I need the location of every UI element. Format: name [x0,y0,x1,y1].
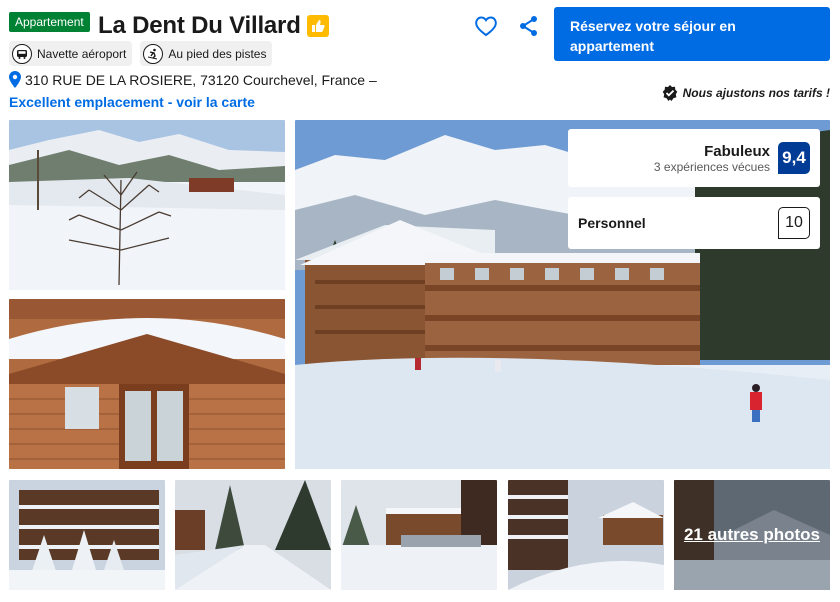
gallery-thumbnail[interactable] [175,480,331,590]
thumbs-up-icon [306,15,329,37]
reserve-button[interactable]: Réservez votre séjour en appartement [554,7,830,61]
map-pin-icon [9,71,21,88]
review-score-card[interactable]: Fabuleux 3 expériences vécues 9,4 [568,129,820,187]
property-name: La Dent Du Villard [98,12,301,39]
feature-label: Au pied des pistes [168,46,267,61]
share-icon[interactable] [518,15,540,37]
review-count[interactable]: 3 expériences vécues [654,160,770,174]
feature-chip-shuttle: Navette aéroport [9,41,133,66]
address-line: 310 RUE DE LA ROSIERE, 73120 Courchevel,… [9,71,377,88]
price-match-notice[interactable]: Nous ajustons nos tarifs ! [662,85,830,101]
gallery-thumbnail[interactable] [508,480,664,590]
gallery-thumbnail[interactable] [9,480,165,590]
address-text: 310 RUE DE LA ROSIERE, 73120 Courchevel,… [25,71,377,88]
staff-label: Personnel [578,215,646,231]
verified-badge-icon [662,85,677,101]
heart-icon[interactable] [474,14,498,38]
rating-label: Fabuleux [704,142,770,160]
facility-chips: Navette aéroport Au pied des pistes [9,41,273,66]
shuttle-icon [12,43,32,64]
gallery-photo-1[interactable] [9,120,285,290]
gallery-thumbnail[interactable] [341,480,497,590]
show-map-link[interactable]: Excellent emplacement - voir la carte [9,94,255,110]
more-photos-link[interactable]: 21 autres photos [674,480,830,590]
staff-score-badge: 10 [778,207,810,239]
price-promise-text: Nous ajustons nos tarifs ! [682,86,830,100]
feature-label: Navette aéroport [37,46,127,61]
review-score-badge: 9,4 [778,142,810,174]
gallery-photo-2[interactable] [9,299,285,469]
skier-icon [143,43,164,64]
property-type-badge: Appartement [9,12,90,32]
feature-chip-ski: Au pied des pistes [140,41,273,66]
staff-rating-card: Personnel 10 [568,197,820,249]
page-title: La Dent Du Villard [98,12,329,40]
